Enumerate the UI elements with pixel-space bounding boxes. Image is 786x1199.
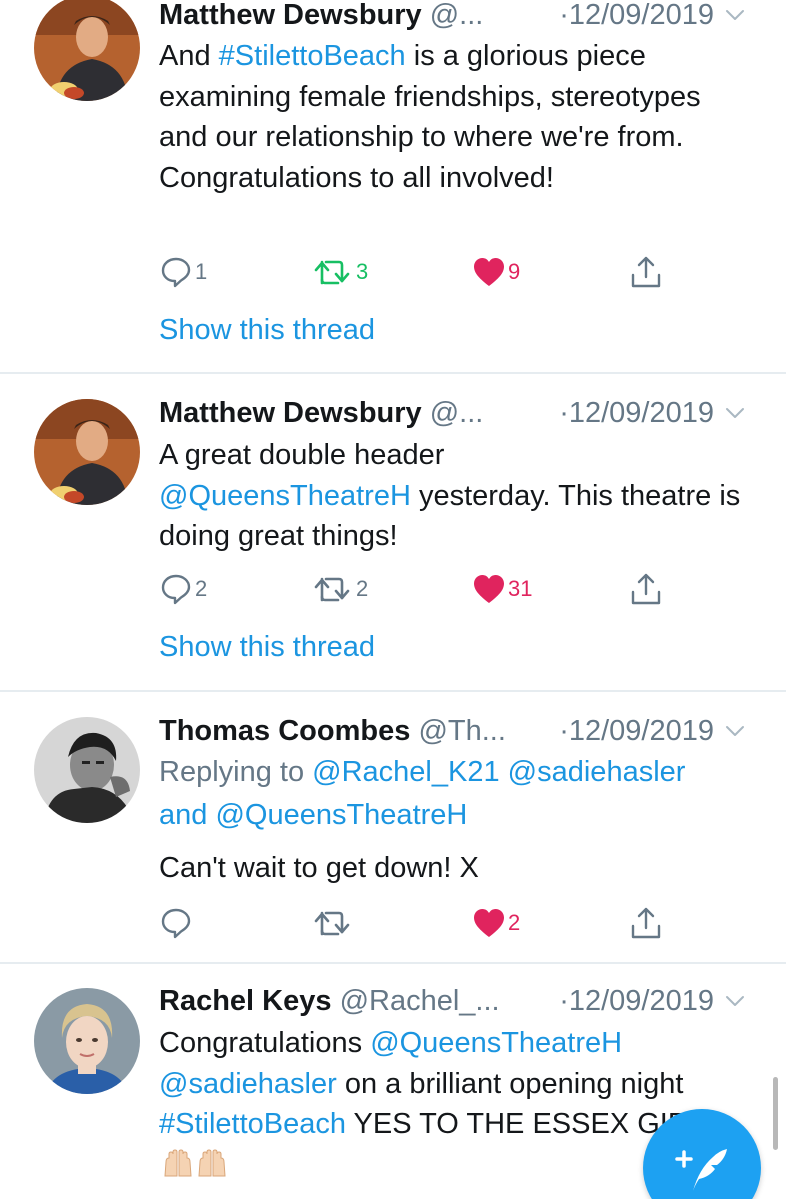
like-count: 9 <box>508 259 521 284</box>
retweet-icon <box>313 574 353 604</box>
mention-link[interactable]: @Rachel_K21 <box>312 756 499 788</box>
tweet-text: And #StilettoBeach is a glorious piece e… <box>159 40 701 194</box>
retweet-count: 3 <box>356 259 369 284</box>
reply-count: 1 <box>195 259 208 284</box>
share-button[interactable] <box>630 901 662 945</box>
retweet-button[interactable]: 3 <box>313 250 368 294</box>
tweet-actions: 2 <box>0 901 786 945</box>
retweet-count: 2 <box>356 576 369 601</box>
mention-link[interactable]: @QueensTheatreH <box>370 1027 622 1059</box>
avatar[interactable] <box>34 717 140 823</box>
retweet-icon <box>313 257 353 287</box>
heart-icon <box>473 574 505 604</box>
user-handle[interactable]: @... <box>430 397 484 429</box>
share-button[interactable] <box>630 250 662 294</box>
retweet-icon <box>313 908 353 938</box>
mention-link[interactable]: and <box>159 799 215 831</box>
reply-count: 2 <box>195 576 208 601</box>
chevron-down-icon[interactable] <box>724 403 746 423</box>
retweet-button[interactable]: 2 <box>313 567 368 611</box>
chevron-down-icon[interactable] <box>724 991 746 1011</box>
reply-icon <box>160 907 192 939</box>
raising-hands-emoji-icon <box>197 1148 227 1178</box>
tweet-1[interactable]: Matthew Dewsbury @... ·12/09/2019 And #S… <box>0 0 786 372</box>
chevron-down-icon[interactable] <box>724 721 746 741</box>
hashtag-link[interactable]: #StilettoBeach <box>219 40 406 72</box>
share-icon <box>630 255 662 289</box>
avatar[interactable] <box>34 988 140 1094</box>
avatar[interactable] <box>34 0 140 101</box>
heart-icon <box>473 908 505 938</box>
tweet-header: Matthew Dewsbury @... ·12/09/2019 <box>159 393 746 433</box>
share-icon <box>630 572 662 606</box>
like-count: 31 <box>508 576 533 601</box>
tweet-header: Rachel Keys @Rachel_... ·12/09/2019 <box>159 981 746 1021</box>
raising-hands-emoji-icon <box>163 1148 193 1178</box>
tweet-header: Matthew Dewsbury @... ·12/09/2019 <box>159 0 746 35</box>
heart-icon <box>473 257 505 287</box>
hashtag-link[interactable]: #StilettoBeach <box>159 1108 346 1140</box>
like-button[interactable]: 31 <box>473 567 532 611</box>
like-button[interactable]: 9 <box>473 250 520 294</box>
user-handle[interactable]: @Th... <box>418 715 505 747</box>
timestamp[interactable]: ·12/09/2019 <box>559 981 714 1021</box>
user-handle[interactable]: @... <box>430 0 484 31</box>
replying-to: Replying to @Rachel_K21 @sadiehasler and… <box>159 756 686 831</box>
timestamp[interactable]: ·12/09/2019 <box>559 711 714 751</box>
show-thread-link[interactable]: Show this thread <box>159 310 375 350</box>
avatar[interactable] <box>34 399 140 505</box>
chevron-down-icon[interactable] <box>724 5 746 25</box>
mention-link[interactable]: @QueensTheatreH <box>215 799 467 831</box>
reply-icon <box>160 256 192 288</box>
tweet-3[interactable]: Thomas Coombes @Th... ·12/09/2019 Replyi… <box>0 692 786 962</box>
mention-link[interactable]: @sadiehasler <box>159 1068 337 1100</box>
user-name[interactable]: Matthew Dewsbury <box>159 0 422 31</box>
user-name[interactable]: Thomas Coombes <box>159 715 410 747</box>
user-name[interactable]: Matthew Dewsbury <box>159 397 422 429</box>
tweet-text: Can't wait to get down! X <box>159 852 479 884</box>
retweet-button[interactable] <box>313 901 356 945</box>
like-button[interactable]: 2 <box>473 901 520 945</box>
mention-link[interactable]: @sadiehasler <box>508 756 686 788</box>
reply-button[interactable]: 2 <box>160 567 207 611</box>
compose-tweet-icon <box>675 1149 727 1191</box>
share-button[interactable] <box>630 567 662 611</box>
scrollbar[interactable] <box>773 1077 778 1150</box>
tweet-actions: 2 2 31 <box>0 567 786 611</box>
like-count: 2 <box>508 910 521 935</box>
timestamp[interactable]: ·12/09/2019 <box>559 393 714 433</box>
tweet-2[interactable]: Matthew Dewsbury @... ·12/09/2019 A grea… <box>0 374 786 690</box>
mention-link[interactable]: @QueensTheatreH <box>159 480 411 512</box>
reply-button[interactable]: 1 <box>160 250 207 294</box>
reply-icon <box>160 573 192 605</box>
share-icon <box>630 906 662 940</box>
tweet-actions: 1 3 9 <box>0 250 786 294</box>
timestamp[interactable]: ·12/09/2019 <box>559 0 714 35</box>
tweet-text: A great double header @QueensTheatreH ye… <box>159 439 741 552</box>
user-handle[interactable]: @Rachel_... <box>340 985 500 1017</box>
user-name[interactable]: Rachel Keys <box>159 985 332 1017</box>
tweet-header: Thomas Coombes @Th... ·12/09/2019 <box>159 711 746 751</box>
reply-button[interactable] <box>160 901 195 945</box>
show-thread-link[interactable]: Show this thread <box>159 627 375 667</box>
